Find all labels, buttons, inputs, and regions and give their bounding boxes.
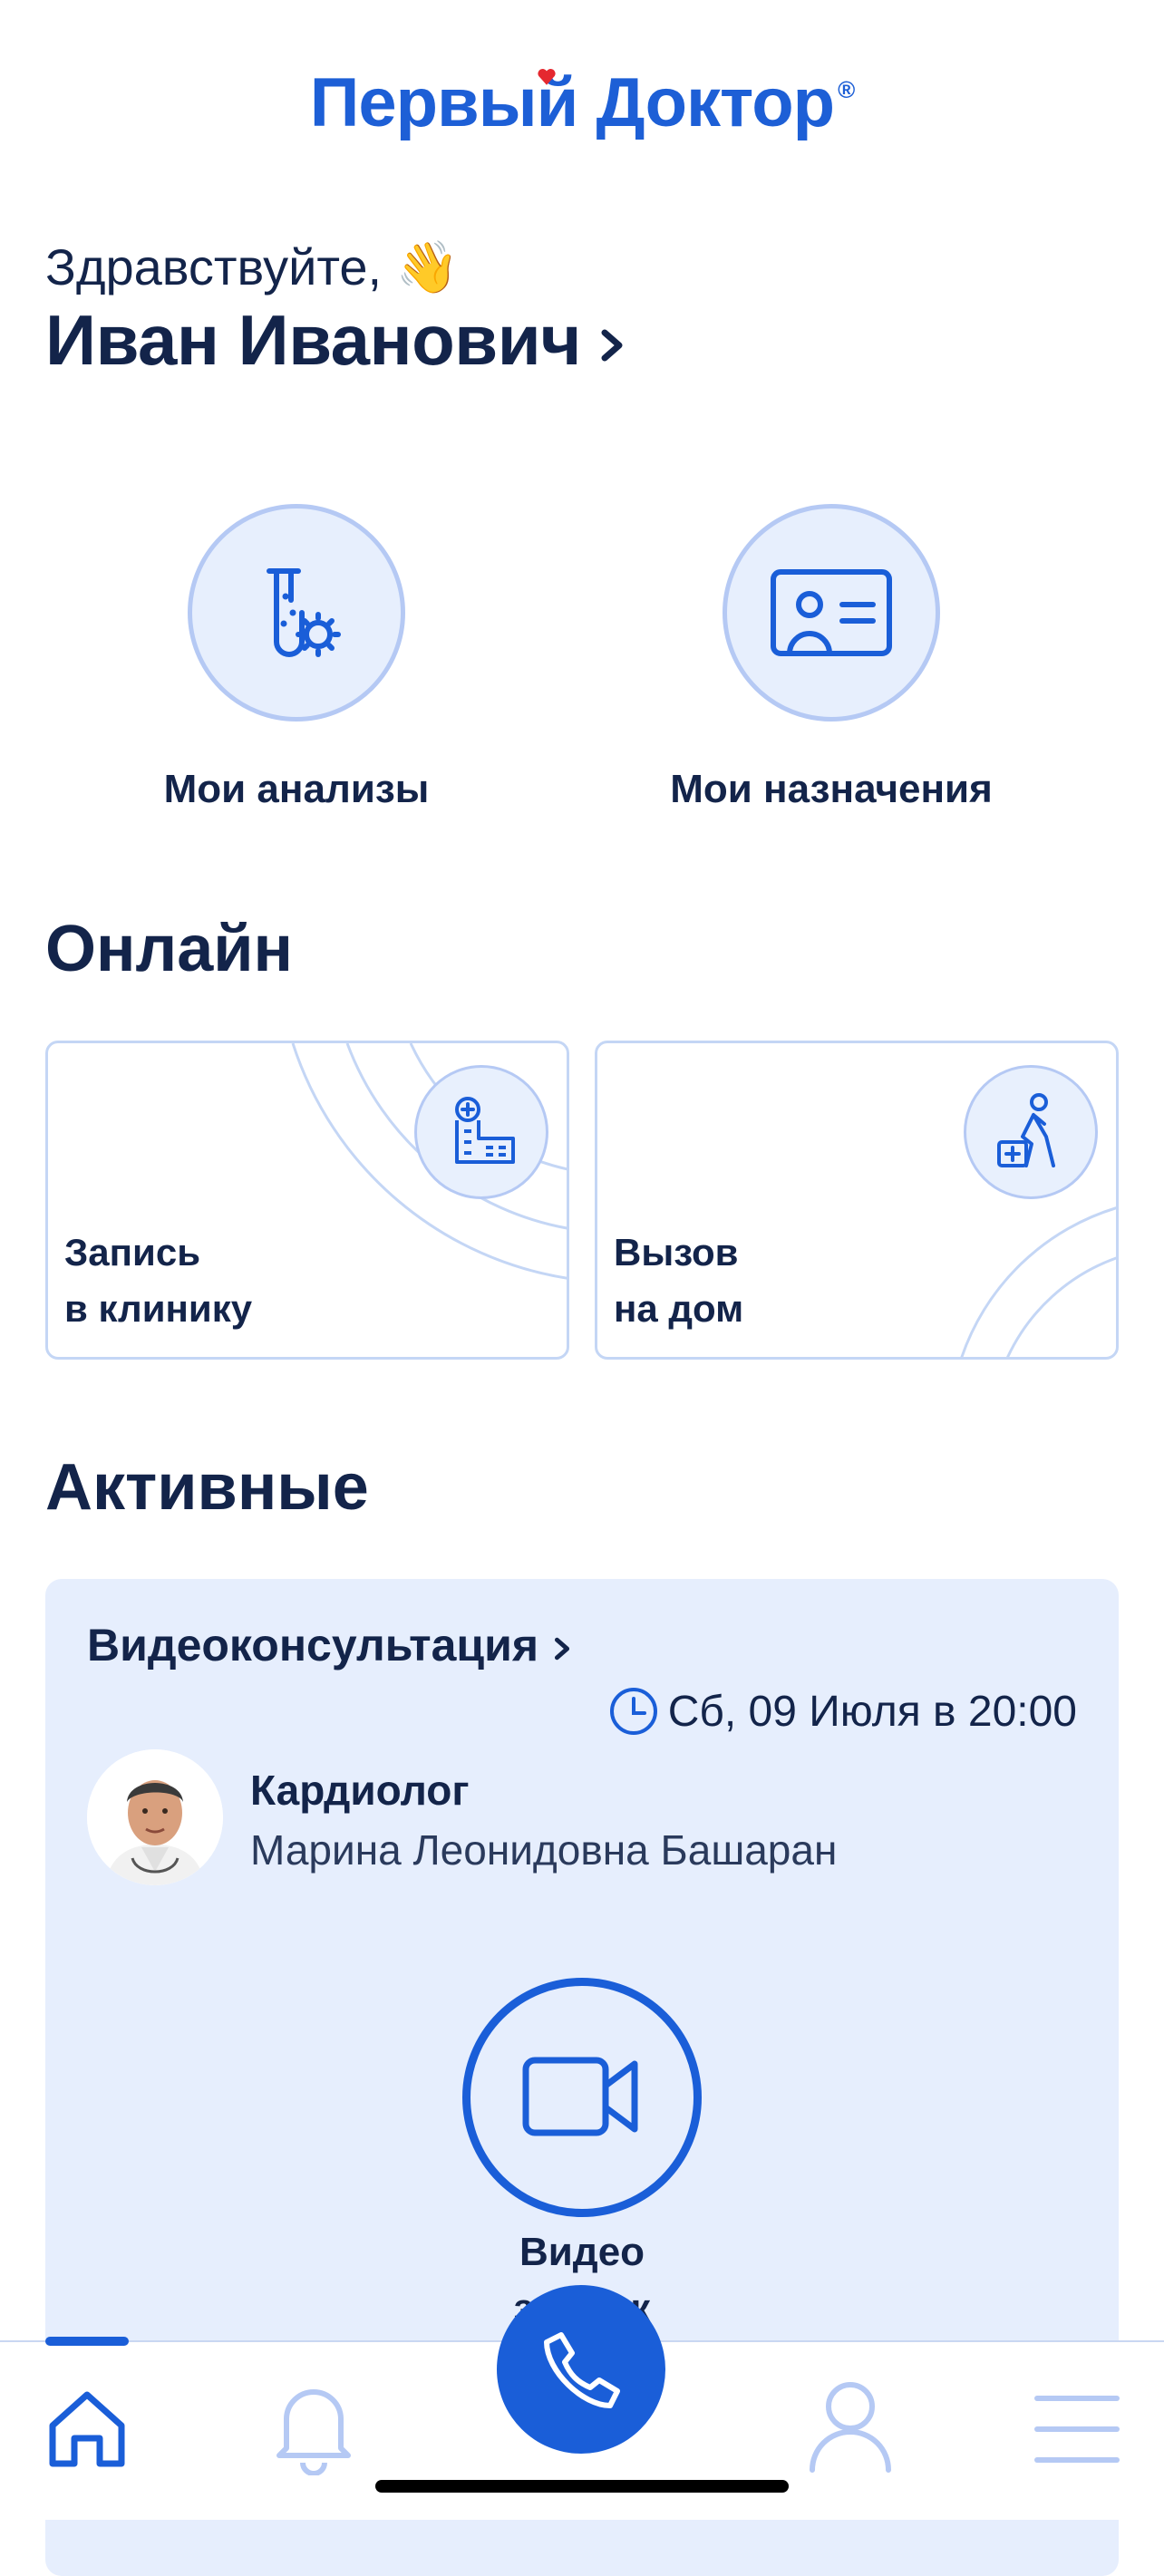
consultation-datetime: Сб, 09 Июля в 20:00 [608, 1686, 1077, 1737]
clinic-building-icon [455, 1097, 515, 1164]
consultation-datetime-text: Сб, 09 Июля в 20:00 [667, 1687, 1077, 1736]
test-tube-virus-icon [267, 568, 341, 657]
menu-icon [1034, 2396, 1120, 2463]
call-button[interactable] [497, 2285, 665, 2454]
active-section-title: Активные [45, 1451, 369, 1524]
video-camera-icon [522, 2057, 638, 2136]
home-visit-icon-circle [964, 1065, 1098, 1199]
clinic-label-line2: в клинику [64, 1287, 253, 1330]
greeting-hello-text: Здравствуйте, [45, 238, 383, 295]
nav-menu[interactable] [1026, 2378, 1128, 2480]
home-visit-label-line1: Вызов [614, 1231, 739, 1273]
brand-logo: Первый Доктор ® [0, 63, 1164, 142]
doctor-specialty: Кардиолог [250, 1767, 470, 1814]
wave-hand-icon: 👋 [395, 238, 460, 297]
clinic-icon-circle [414, 1065, 548, 1199]
consultation-type: Видеоконсультация [87, 1620, 539, 1671]
heart-icon [538, 68, 556, 85]
clinic-label-line1: Запись [64, 1231, 201, 1273]
home-visit-label-line2: на дом [614, 1287, 744, 1330]
doctor-walking-icon [997, 1093, 1055, 1167]
clinic-appointment-label: Запись в клинику [64, 1225, 252, 1337]
profile-name-link[interactable]: Иван Иванович [45, 299, 630, 382]
bell-icon [276, 2389, 351, 2475]
chevron-right-icon [601, 329, 623, 362]
chevron-right-icon [554, 1637, 570, 1661]
nav-home[interactable] [36, 2378, 138, 2480]
registered-mark: ® [838, 76, 855, 103]
home-visit-label: Вызов на дом [614, 1225, 743, 1337]
doctor-name: Марина Леонидовна Башаран [250, 1826, 838, 1874]
my-tests-label[interactable]: Мои анализы [97, 767, 496, 812]
clinic-appointment-card[interactable]: Запись в клинику [45, 1041, 569, 1360]
home-indicator-bar [375, 2480, 789, 2493]
video-call-label-line1: Видео [519, 2230, 645, 2274]
nav-notifications[interactable] [263, 2375, 364, 2476]
greeting-hello: Здравствуйте, 👋 [45, 237, 459, 297]
my-prescriptions-label[interactable]: Мои назначения [623, 767, 1040, 812]
video-call-button[interactable] [462, 1978, 702, 2217]
clock-icon [609, 1688, 657, 1735]
my-tests-button[interactable] [188, 504, 405, 721]
brand-logo-text: Первый Доктор [309, 64, 835, 141]
active-tab-indicator [45, 2337, 129, 2346]
online-section-title: Онлайн [45, 913, 294, 985]
my-prescriptions-button[interactable] [723, 504, 940, 721]
nav-profile[interactable] [800, 2375, 901, 2476]
id-card-icon [771, 569, 892, 656]
user-icon [810, 2382, 891, 2473]
consultation-type-link[interactable]: Видеоконсультация [87, 1619, 575, 1671]
user-name: Иван Иванович [45, 300, 581, 380]
home-icon [49, 2391, 125, 2467]
home-visit-card[interactable]: Вызов на дом [595, 1041, 1119, 1360]
doctor-avatar [87, 1749, 223, 1885]
doctor-photo [87, 1749, 223, 1885]
phone-icon [544, 2332, 620, 2408]
